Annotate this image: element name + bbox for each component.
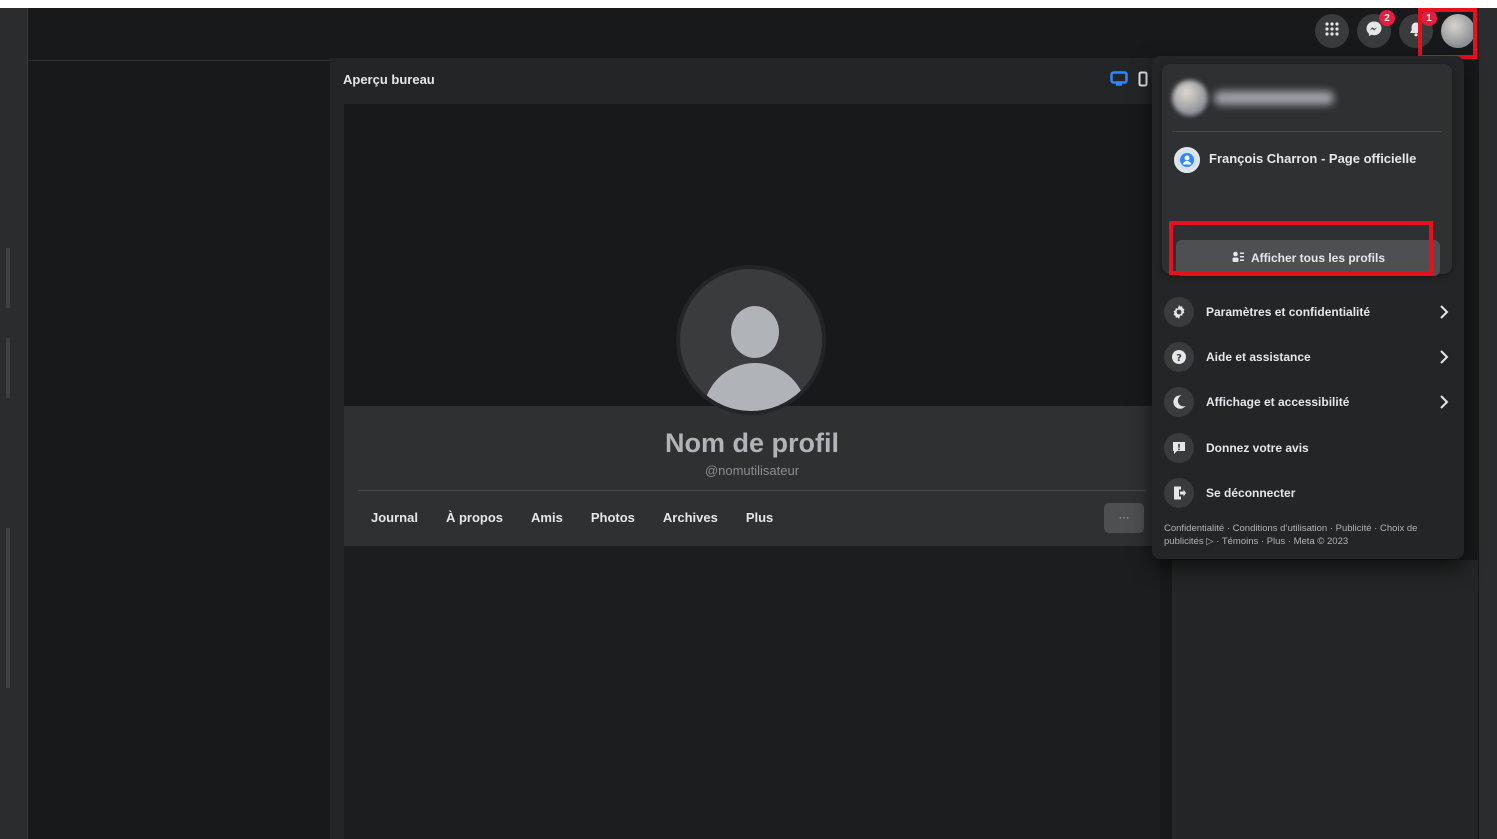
scrollbar[interactable] <box>1479 8 1497 839</box>
logout-item[interactable]: Se déconnecter <box>1164 475 1454 511</box>
help-icon: ? <box>1164 342 1194 372</box>
grid-icon <box>1324 21 1340 42</box>
more-options-button[interactable]: ··· <box>1104 503 1144 533</box>
menu-button[interactable] <box>1315 14 1349 48</box>
profile-tabs: Journal À propos Amis Photos Archives Pl… <box>371 510 773 525</box>
logout-icon <box>1164 478 1194 508</box>
avatar-highlight-box <box>1418 8 1477 59</box>
tabs-divider <box>358 490 1146 491</box>
feedback-icon <box>1164 433 1194 463</box>
account-menu: François Charron - Page officielle Affic… <box>1152 56 1464 559</box>
profile-name: Nom de profil <box>665 428 839 458</box>
right-column <box>1172 560 1478 839</box>
preview-title: Aperçu bureau <box>343 72 435 87</box>
card-divider <box>1172 131 1442 132</box>
chevron-right-icon <box>1434 394 1454 410</box>
help-support-item[interactable]: ? Aide et assistance <box>1164 339 1454 375</box>
preview-device-toggle <box>1110 71 1148 92</box>
avatar-placeholder-head <box>731 306 779 358</box>
mobile-icon[interactable] <box>1138 71 1148 92</box>
left-edge <box>0 8 28 839</box>
tab-a-propos[interactable]: À propos <box>446 510 503 525</box>
display-accessibility-item[interactable]: Affichage et accessibilité <box>1164 384 1454 420</box>
all-profiles-highlight-box <box>1169 221 1433 275</box>
feedback-label: Donnez votre avis <box>1206 441 1309 455</box>
settings-privacy-label: Paramètres et confidentialité <box>1206 305 1371 319</box>
profile-content-area <box>344 546 1160 839</box>
window-top-edge <box>0 0 1497 8</box>
settings-privacy-item[interactable]: Paramètres et confidentialité <box>1164 294 1454 330</box>
messenger-badge: 2 <box>1379 10 1395 26</box>
menu-footer-links[interactable]: Confidentialité · Conditions d’utilisati… <box>1164 522 1456 548</box>
tab-photos[interactable]: Photos <box>591 510 635 525</box>
tab-amis[interactable]: Amis <box>531 510 563 525</box>
messenger-button[interactable]: 2 <box>1357 10 1395 48</box>
svg-text:?: ? <box>1176 353 1182 364</box>
tab-archives[interactable]: Archives <box>663 510 718 525</box>
page-switch-icon[interactable] <box>1174 147 1200 173</box>
user-avatar[interactable] <box>1172 80 1208 116</box>
profile-feed <box>344 546 1160 839</box>
profile-username: @nomutilisateur <box>704 463 800 478</box>
feedback-item[interactable]: Donnez votre avis <box>1164 430 1454 466</box>
logout-label: Se déconnecter <box>1206 486 1296 500</box>
help-support-label: Aide et assistance <box>1206 350 1311 364</box>
chevron-right-icon <box>1434 304 1454 320</box>
gear-icon <box>1164 297 1194 327</box>
user-name-redacted[interactable] <box>1214 91 1334 105</box>
tab-journal[interactable]: Journal <box>371 510 418 525</box>
display-accessibility-label: Affichage et accessibilité <box>1206 395 1350 409</box>
desktop-preview-panel: Aperçu bureau Nom de profil @nomutilisat… <box>330 58 1160 839</box>
chevron-right-icon <box>1434 349 1454 365</box>
tab-plus[interactable]: Plus <box>746 510 773 525</box>
profile-picture <box>676 265 826 415</box>
moon-icon <box>1164 387 1194 417</box>
page-name[interactable]: François Charron - Page officielle <box>1209 151 1416 166</box>
avatar-placeholder-body <box>703 363 807 411</box>
desktop-icon[interactable] <box>1110 71 1128 92</box>
